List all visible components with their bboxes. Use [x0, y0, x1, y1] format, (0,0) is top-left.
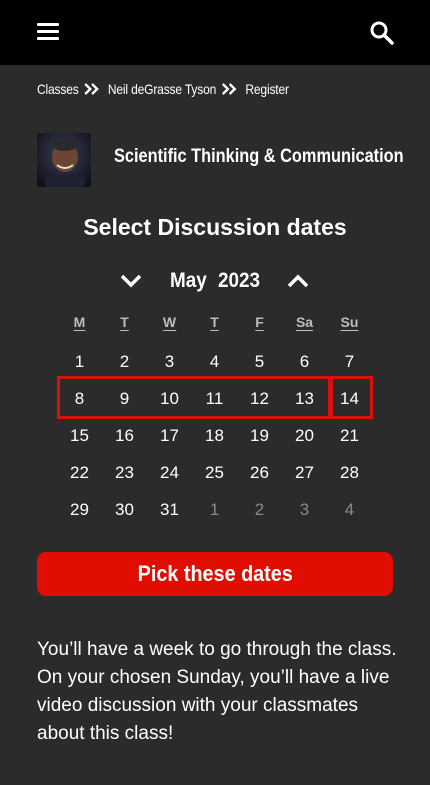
calendar-day[interactable]: 30 — [102, 491, 147, 528]
weekday-label: M — [73, 314, 86, 330]
calendar-day[interactable]: 18 — [192, 417, 237, 454]
pick-dates-label: Pick these dates — [137, 561, 293, 586]
weekday-header: M T W T F Sa Su — [57, 314, 372, 330]
info-text: You’ll have a week to go through the cla… — [37, 639, 397, 744]
pick-dates-button[interactable]: Pick these dates — [37, 552, 393, 596]
calendar-day[interactable]: 15 — [57, 417, 102, 454]
calendar-day-selected[interactable]: 11 — [192, 380, 237, 417]
calendar-day-next-month: 2 — [254, 500, 265, 519]
month-navigation: May 2023 — [0, 264, 430, 298]
calendar-day[interactable]: 23 — [102, 454, 147, 491]
chevron-down-icon[interactable] — [118, 269, 144, 293]
instructor-thumbnail — [37, 133, 91, 187]
weekday-label: Su — [340, 314, 359, 330]
calendar-day[interactable]: 1 — [57, 343, 102, 380]
calendar-grid: 1 2 3 4 5 6 7 8 9 10 11 12 13 14 15 16 1… — [57, 343, 372, 528]
calendar-day-selected-sunday[interactable]: 14 — [327, 380, 372, 417]
calendar-day-selected[interactable]: 8 — [57, 380, 102, 417]
calendar-day[interactable]: 22 — [57, 454, 102, 491]
calendar-day[interactable]: 24 — [147, 454, 192, 491]
class-title: Scientific Thinking & Communication — [114, 146, 404, 167]
chevron-up-icon[interactable] — [285, 269, 311, 293]
calendar-day-selected[interactable]: 9 — [102, 380, 147, 417]
month-label: May — [170, 269, 207, 292]
weekday-label: T — [120, 314, 129, 330]
calendar-week: 15 16 17 18 19 20 21 — [57, 417, 372, 454]
calendar-day[interactable]: 2 — [102, 343, 147, 380]
weekday-label: Sa — [295, 314, 314, 330]
calendar-day[interactable]: 3 — [147, 343, 192, 380]
calendar-week: 1 2 3 4 5 6 7 — [57, 343, 372, 380]
top-navigation-bar — [0, 0, 430, 65]
double-chevron-right-icon — [222, 83, 237, 95]
calendar-day-next-month: 1 — [209, 500, 220, 519]
calendar-day-next-month: 3 — [299, 500, 310, 519]
calendar-day[interactable]: 20 — [282, 417, 327, 454]
calendar-day[interactable]: 7 — [327, 343, 372, 380]
breadcrumb-classes[interactable]: Classes — [37, 81, 79, 97]
search-icon[interactable] — [369, 20, 395, 46]
calendar-day-selected[interactable]: 10 — [147, 380, 192, 417]
section-title: Select Discussion dates — [83, 214, 347, 240]
calendar-day[interactable]: 29 — [57, 491, 102, 528]
calendar-week: 29 30 31 1 2 3 4 — [57, 491, 372, 528]
breadcrumb: Classes Neil deGrasse Tyson Register — [37, 79, 289, 99]
calendar-day[interactable]: 17 — [147, 417, 192, 454]
calendar-day[interactable]: 31 — [147, 491, 192, 528]
weekday-label: W — [162, 314, 177, 330]
calendar-day[interactable]: 19 — [237, 417, 282, 454]
calendar-day-selected[interactable]: 13 — [282, 380, 327, 417]
calendar-day[interactable]: 26 — [237, 454, 282, 491]
calendar-day[interactable]: 6 — [282, 343, 327, 380]
calendar-week-selected: 8 9 10 11 12 13 14 — [57, 380, 372, 417]
calendar-day[interactable]: 4 — [192, 343, 237, 380]
weekday-label: F — [255, 314, 264, 330]
calendar-day[interactable]: 21 — [327, 417, 372, 454]
calendar-day[interactable]: 27 — [282, 454, 327, 491]
calendar-week: 22 23 24 25 26 27 28 — [57, 454, 372, 491]
calendar-day[interactable]: 28 — [327, 454, 372, 491]
calendar-day-next-month: 4 — [344, 500, 355, 519]
calendar-day[interactable]: 25 — [192, 454, 237, 491]
year-label: 2023 — [218, 269, 261, 292]
calendar-day[interactable]: 5 — [237, 343, 282, 380]
calendar-day[interactable]: 16 — [102, 417, 147, 454]
double-chevron-right-icon — [84, 83, 100, 95]
breadcrumb-instructor[interactable]: Neil deGrasse Tyson — [108, 81, 216, 97]
weekday-label: T — [210, 314, 219, 330]
hamburger-menu-icon[interactable] — [37, 23, 59, 41]
calendar-day-selected[interactable]: 12 — [237, 380, 282, 417]
breadcrumb-current: Register — [245, 81, 289, 97]
